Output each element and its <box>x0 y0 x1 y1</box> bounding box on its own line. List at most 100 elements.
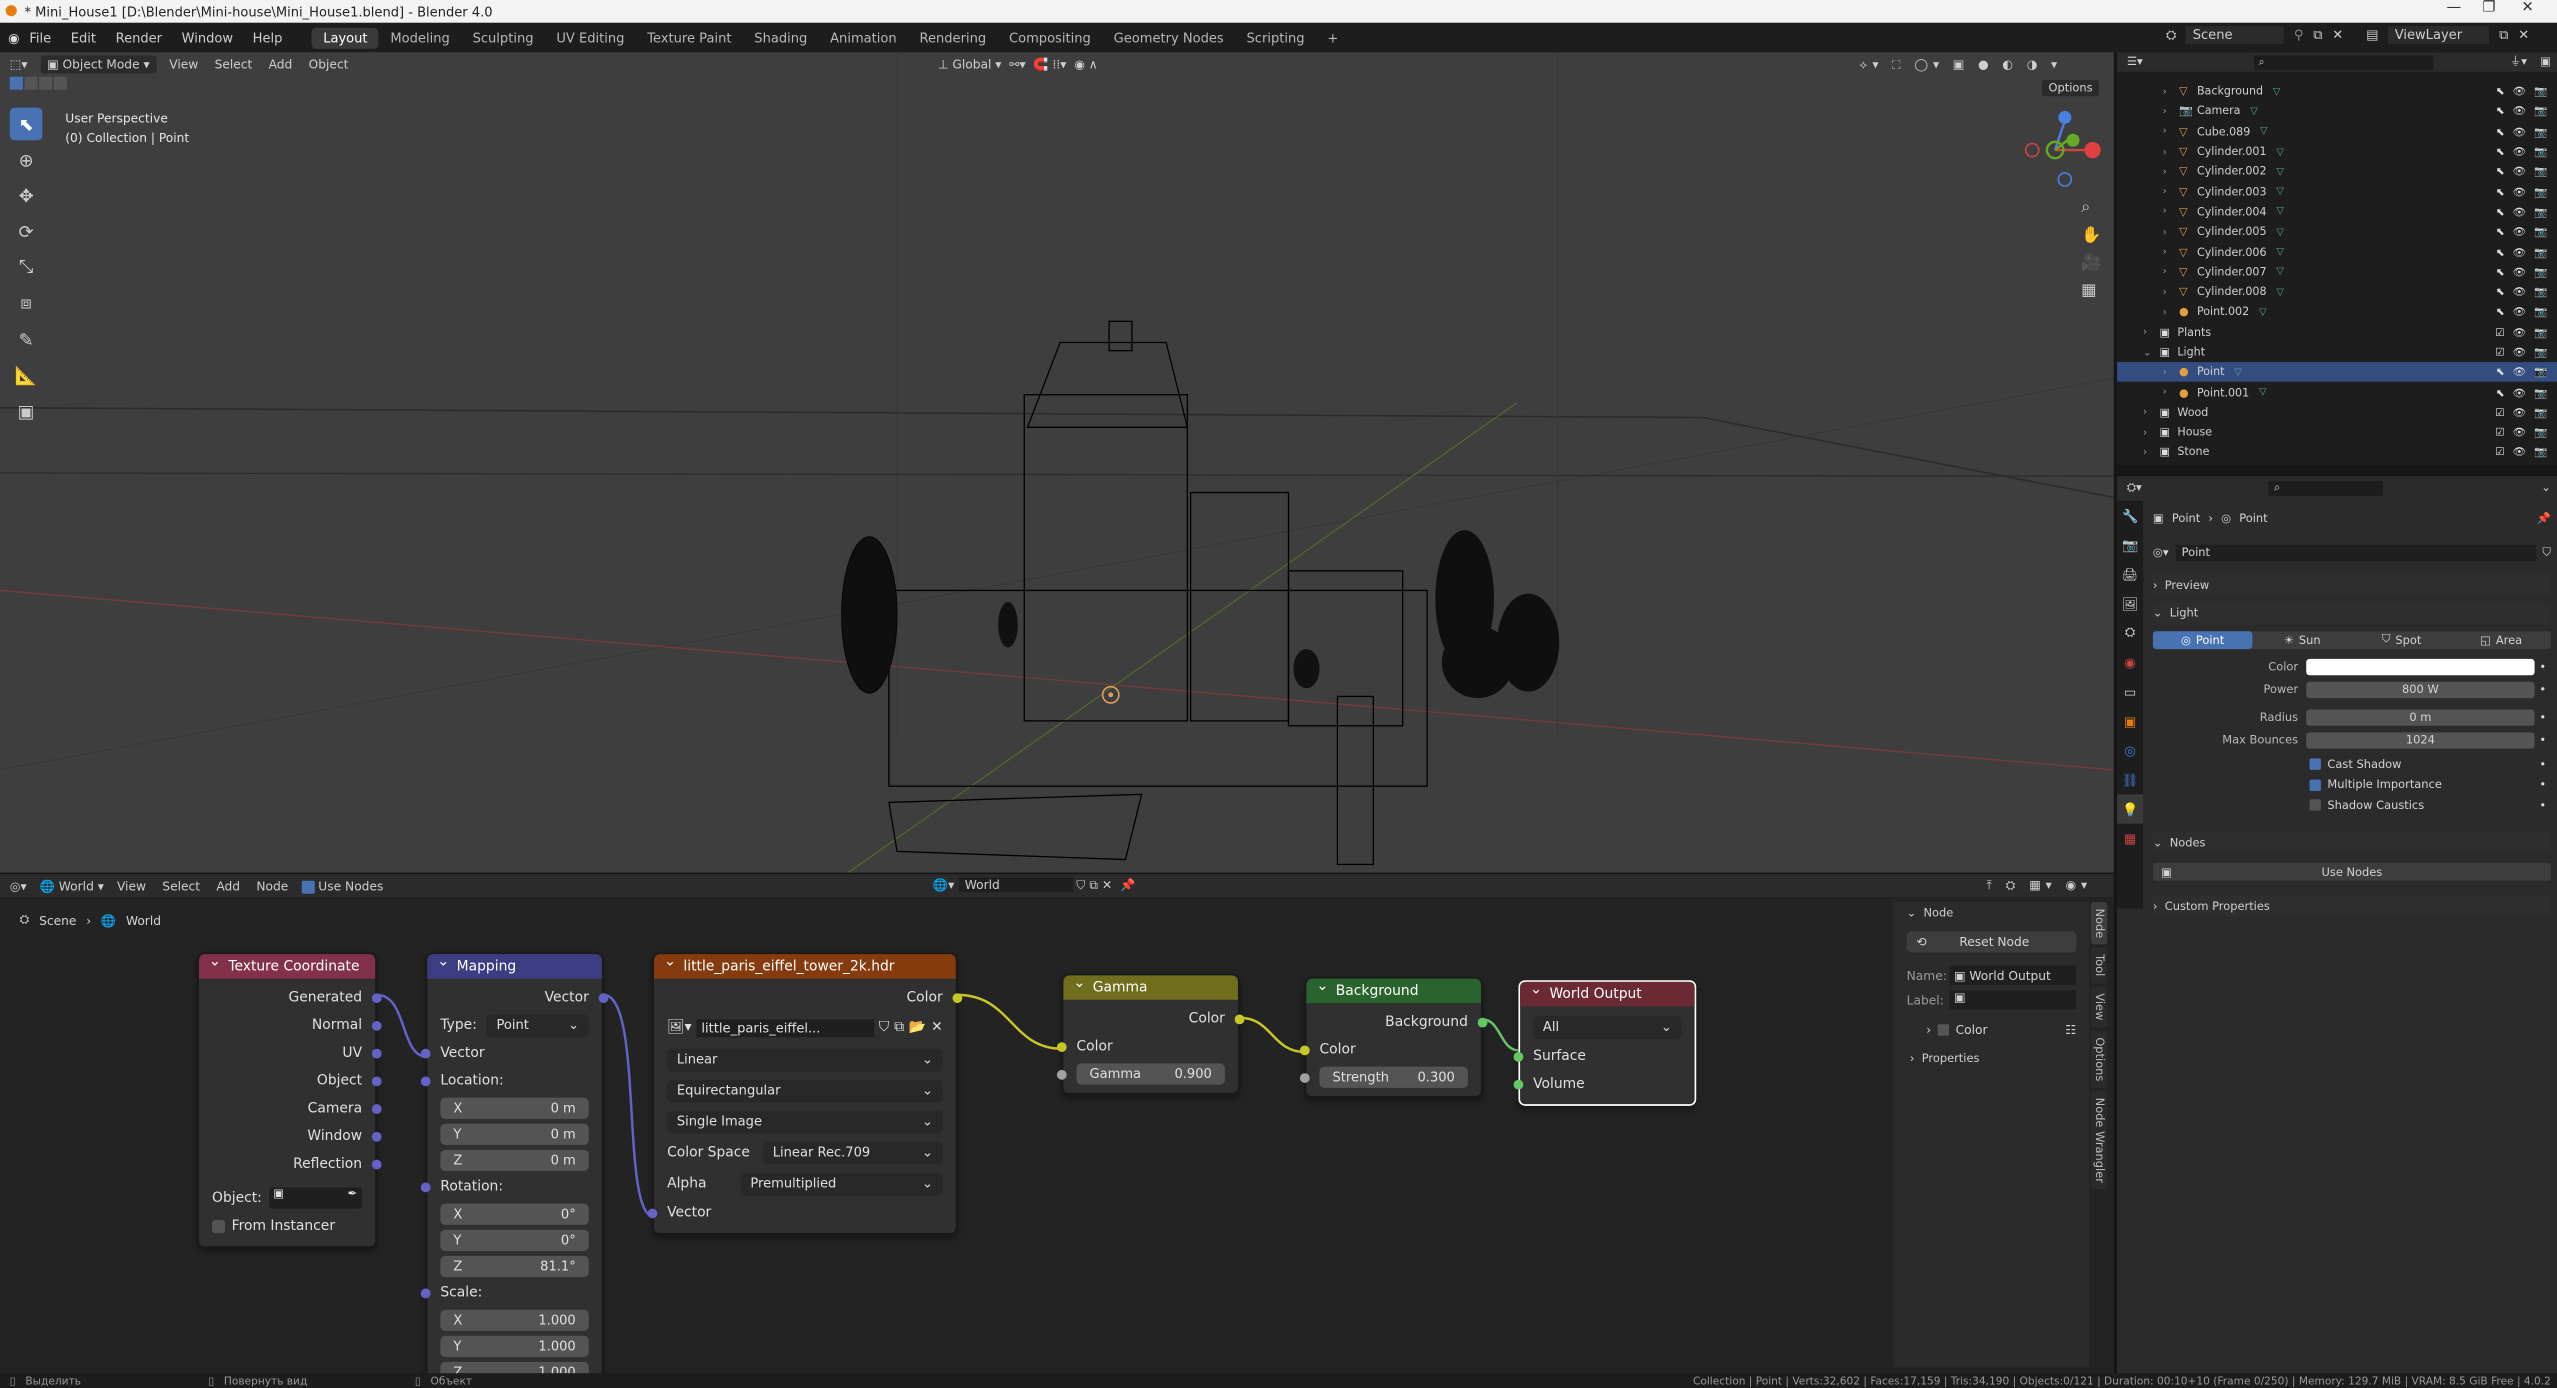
gamma-node[interactable]: Gamma Color Color Gamma 0.900 <box>1056 973 1245 1095</box>
expand-arrow-icon[interactable]: ⌄ <box>2143 347 2159 358</box>
rotation-y-field[interactable]: Y 0° <box>440 1228 589 1251</box>
include-checkbox[interactable]: ☑ <box>2495 326 2505 339</box>
eyedropper-icon[interactable]: ✒ <box>348 1187 362 1200</box>
sidebar-tab-node-wrangler[interactable]: Node Wrangler <box>2090 1090 2108 1189</box>
render-camera-icon[interactable]: 📷 <box>2534 125 2547 138</box>
node-properties-header[interactable]: › Properties <box>1894 1047 2090 1068</box>
tab-rendering[interactable]: Rendering <box>908 27 997 48</box>
background-node[interactable]: Background Background Color Strength 0.30… <box>1299 976 1488 1098</box>
node-color-row[interactable]: › Color ☷ <box>1926 1023 2076 1038</box>
view-layer-tab-icon[interactable]: 🖼 <box>2117 589 2143 618</box>
render-camera-icon[interactable]: 📷 <box>2534 245 2547 258</box>
outliner-row[interactable]: › ▽ Cylinder.004 ▽ ⬉ 👁 📷 <box>2117 202 2557 222</box>
render-camera-icon[interactable]: 📷 <box>2534 426 2547 439</box>
outliner-row[interactable]: › ▽ Cylinder.007 ▽ ⬉ 👁 📷 <box>2117 262 2557 282</box>
pan-hand-icon[interactable]: ✋ <box>2081 227 2101 245</box>
light-datablock-field[interactable]: Point <box>2175 544 2536 562</box>
scale-x-field[interactable]: X 1.000 <box>440 1308 589 1331</box>
expand-arrow-icon[interactable]: › <box>2143 427 2159 438</box>
mapping-input-vector[interactable]: Vector <box>420 1039 602 1067</box>
scale-z-field[interactable]: Z 1.000 <box>440 1361 589 1374</box>
tab-uv-editing[interactable]: UV Editing <box>545 27 636 48</box>
gamma-input-color[interactable]: Color <box>1056 1032 1238 1060</box>
render-camera-icon[interactable]: 📷 <box>2534 185 2547 198</box>
move-tool-icon[interactable]: ✥ <box>10 179 43 212</box>
outliner-row[interactable]: › ▣ House ☑ 👁 📷 <box>2117 423 2557 443</box>
tc-output-object[interactable]: Object <box>199 1067 382 1095</box>
eye-icon[interactable]: 👁 <box>2513 326 2526 339</box>
new-collection-icon[interactable]: ▣ <box>2540 55 2551 68</box>
object-tab-icon[interactable]: ▣ <box>2117 706 2143 735</box>
delete-viewlayer-icon[interactable]: ✕ <box>2518 28 2529 43</box>
tc-output-generated[interactable]: Generated <box>199 983 382 1011</box>
expand-arrow-icon[interactable]: › <box>2143 407 2159 418</box>
constraints-tab-icon[interactable]: ⛓ <box>2117 765 2143 794</box>
node-editor[interactable]: ◎▾ 🌐 World ▾ View Select Add Node Use Nodes… <box>0 874 2114 1374</box>
location-z-field[interactable]: Z 0 m <box>440 1149 589 1171</box>
render-tab-icon[interactable]: 📷 <box>2117 530 2143 559</box>
expand-arrow-icon[interactable]: › <box>2163 266 2179 277</box>
tool-tab-icon[interactable]: 🔧 <box>2117 501 2143 530</box>
eye-icon[interactable]: 👁 <box>2513 145 2526 158</box>
select-tool-icon[interactable]: ⬉ <box>9 107 43 141</box>
select-icon[interactable]: ⬉ <box>2496 165 2505 178</box>
tc-output-normal[interactable]: Normal <box>199 1011 382 1039</box>
fake-user-icon[interactable]: ⛉ <box>2542 546 2551 561</box>
custom-properties-header[interactable]: › Custom Properties <box>2152 895 2551 917</box>
menu-render[interactable]: Render <box>116 30 162 45</box>
include-checkbox[interactable]: ☑ <box>2495 346 2505 359</box>
menu-edit[interactable]: Edit <box>71 30 96 45</box>
render-camera-icon[interactable]: 📷 <box>2534 145 2547 158</box>
scene-selector[interactable]: Scene <box>2186 26 2285 45</box>
render-camera-icon[interactable]: 📷 <box>2534 366 2547 379</box>
image-name-field[interactable]: little_paris_eiffel... <box>696 1018 874 1037</box>
tab-add[interactable]: + <box>1316 27 1350 48</box>
viewlayer-selector[interactable]: ViewLayer <box>2388 26 2490 45</box>
output-tab-icon[interactable]: 🖨 <box>2117 559 2143 588</box>
eye-icon[interactable]: 👁 <box>2513 225 2526 238</box>
outliner-row[interactable]: › ▽ Cylinder.002 ▽ ⬉ 👁 📷 <box>2117 162 2557 182</box>
image-browse-icon[interactable]: 🖼▾ <box>667 1019 692 1035</box>
select-icon[interactable]: ⬉ <box>2496 386 2505 399</box>
minimize-icon[interactable]: — <box>2447 0 2462 16</box>
eye-icon[interactable]: 👁 <box>2513 366 2526 379</box>
location-y-field[interactable]: Y 0 m <box>440 1122 589 1145</box>
outliner-row[interactable]: › ▽ Cylinder.008 ▽ ⬉ 👁 📷 <box>2117 282 2557 302</box>
expand-arrow-icon[interactable]: › <box>2163 186 2179 197</box>
measure-tool-icon[interactable]: 📐 <box>10 359 43 392</box>
render-camera-icon[interactable]: 📷 <box>2534 406 2547 419</box>
env-input-vector[interactable]: Vector <box>647 1199 956 1227</box>
menu-help[interactable]: Help <box>253 30 283 45</box>
tab-scripting[interactable]: Scripting <box>1235 27 1316 48</box>
tc-output-window[interactable]: Window <box>199 1122 382 1150</box>
tab-geometry-nodes[interactable]: Geometry Nodes <box>1102 27 1235 48</box>
light-data-tab-icon[interactable]: 💡 <box>2117 794 2144 824</box>
menu-file[interactable]: File <box>29 30 51 45</box>
reset-node-button[interactable]: ⟲ Reset Node <box>1906 931 2077 953</box>
maximize-icon[interactable]: ❐ <box>2482 0 2495 16</box>
eye-icon[interactable]: 👁 <box>2513 105 2526 118</box>
eye-icon[interactable]: 👁 <box>2513 245 2526 258</box>
keyframe-dot-icon[interactable]: • <box>2535 758 2551 771</box>
light-field-color[interactable] <box>2306 658 2535 675</box>
env-output-color[interactable]: Color <box>654 983 963 1011</box>
gamma-header[interactable]: Gamma <box>1063 975 1238 1000</box>
render-camera-icon[interactable]: 📷 <box>2534 105 2547 118</box>
outliner-row[interactable]: › ▽ Cylinder.001 ▽ ⬉ 👁 📷 <box>2117 142 2557 162</box>
interpolation-dropdown[interactable]: Linear ⌄ <box>667 1047 943 1071</box>
output-target-dropdown[interactable]: All ⌄ <box>1533 1015 1682 1039</box>
render-camera-icon[interactable]: 📷 <box>2534 446 2547 459</box>
texture-tab-icon[interactable]: ▦ <box>2117 824 2143 853</box>
render-camera-icon[interactable]: 📷 <box>2534 165 2547 178</box>
strength-field[interactable]: Strength 0.300 <box>1319 1066 1468 1088</box>
new-scene-icon[interactable]: ⧉ <box>2313 27 2322 43</box>
3d-viewport[interactable]: ⬚▾ ▣ Object Mode ▾ View Select Add Object ⊥… <box>0 52 2114 873</box>
light-check-row[interactable]: Cast Shadow • <box>2153 754 2551 774</box>
texture-coordinate-header[interactable]: Texture Coordinate <box>198 954 376 979</box>
duplicate-image-icon[interactable]: ⧉ <box>894 1019 904 1035</box>
outliner-row[interactable]: › ● Point ▽ ⬉ 👁 📷 <box>2117 362 2557 383</box>
texture-coordinate-node[interactable]: Texture Coordinate Generated Normal UV O… <box>197 952 382 1248</box>
expand-arrow-icon[interactable]: › <box>2163 367 2179 378</box>
outliner-row[interactable]: › ▣ Stone ☑ 👁 📷 <box>2117 443 2557 463</box>
light-check-row[interactable]: Shadow Caustics • <box>2153 795 2551 815</box>
